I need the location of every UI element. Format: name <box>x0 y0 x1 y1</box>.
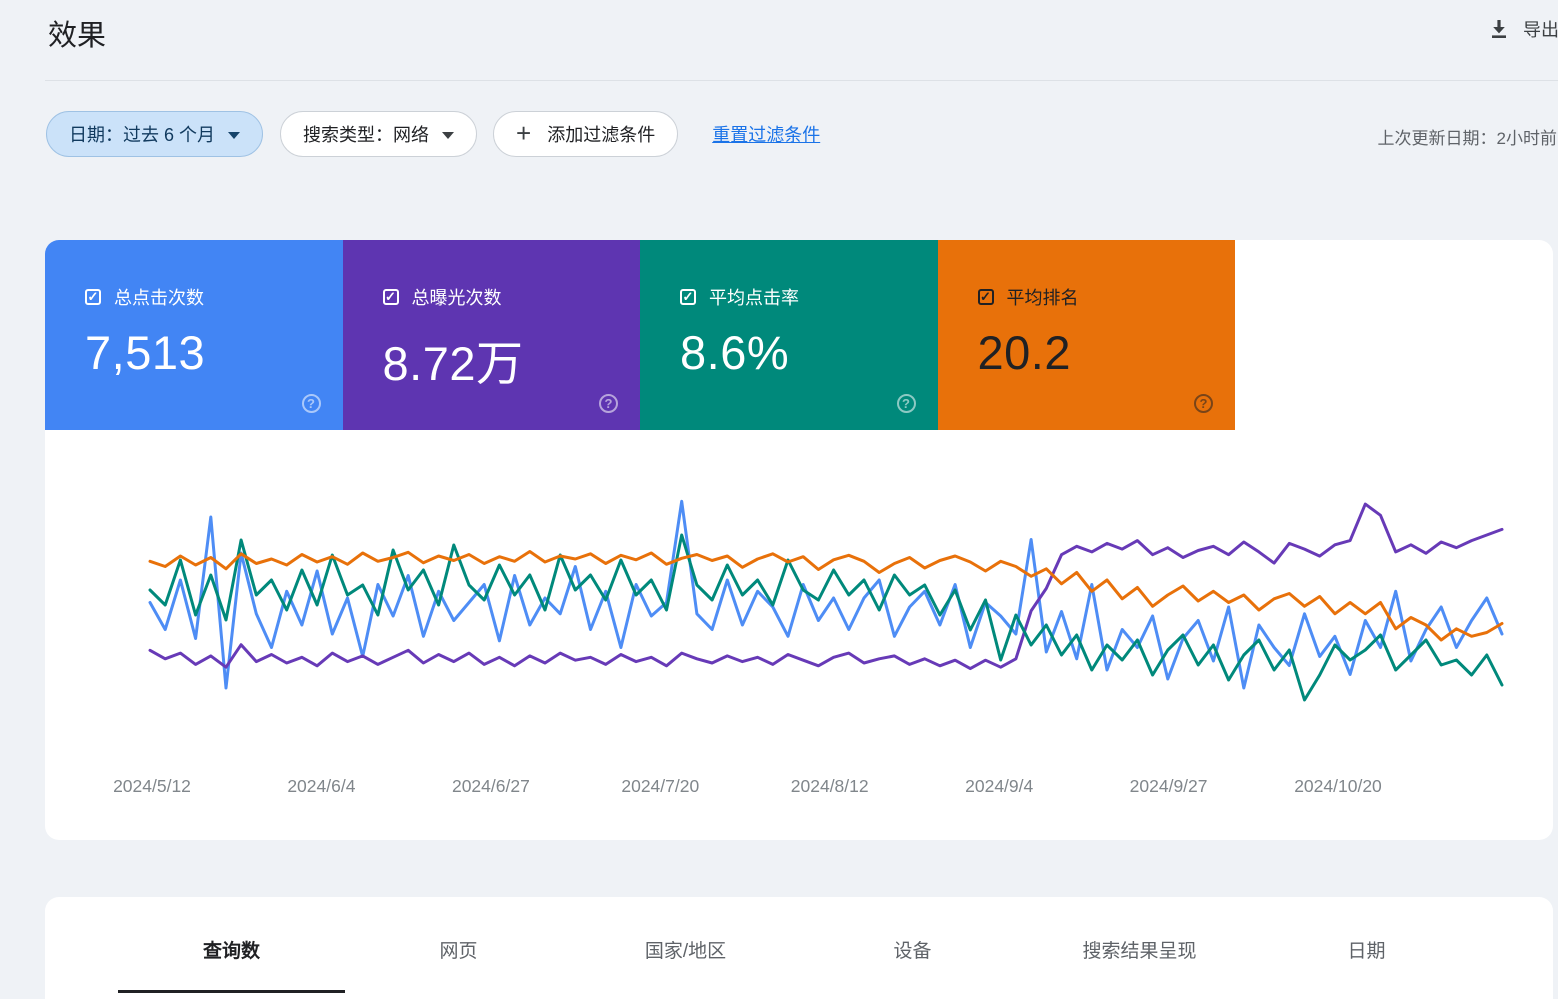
metric-value: 8.6% <box>680 326 790 379</box>
help-icon[interactable]: ? <box>301 394 321 413</box>
reset-filters-link[interactable]: 重置过滤条件 <box>712 121 820 147</box>
performance-chart: 2024/5/12 2024/6/4 2024/6/27 2024/7/20 2024/… <box>113 499 1504 796</box>
metric-card-position[interactable]: ✓ 平均排名 20.2? <box>937 240 1235 430</box>
x-axis-tick-label: 2024/6/4 <box>287 776 355 796</box>
x-axis-tick-label: 2024/5/12 <box>113 776 191 796</box>
help-icon[interactable]: ? <box>1194 394 1213 413</box>
date-filter-label: 日期：过去 6 个月 <box>69 125 216 145</box>
export-label: 导出 <box>1523 20 1558 40</box>
header-divider <box>45 80 1558 81</box>
page-title: 效果 <box>48 20 107 52</box>
x-axis-tick-label: 2024/9/27 <box>1130 776 1208 796</box>
x-axis-tick-label: 2024/8/12 <box>791 776 869 796</box>
plus-icon: + <box>516 117 532 148</box>
search-type-chip[interactable]: 搜索类型：网络 <box>280 111 478 157</box>
metric-label: 总点击次数 <box>114 288 204 308</box>
last-updated-text: 上次更新日期：2小时前 <box>1377 129 1557 148</box>
tab-queries[interactable]: 查询数 <box>118 897 345 993</box>
add-filter-chip[interactable]: + 添加过滤条件 <box>493 111 679 157</box>
date-filter-chip[interactable]: 日期：过去 6 个月 <box>46 111 264 157</box>
help-icon[interactable]: ? <box>599 394 618 413</box>
x-axis-tick-label: 2024/7/20 <box>621 776 699 796</box>
performance-card: ✓ 总点击次数 7,513? ✓ 总曝光次数 8.72万? ✓ 平均点击率 8.6%? ✓ 平均排名… <box>45 240 1553 840</box>
tab-devices[interactable]: 设备 <box>799 897 1026 993</box>
metric-value: 8.72万 <box>382 337 524 390</box>
checkbox-checked-icon[interactable]: ✓ <box>382 289 399 305</box>
metrics-row: ✓ 总点击次数 7,513? ✓ 总曝光次数 8.72万? ✓ 平均点击率 8.6%? ✓ 平均排名… <box>45 240 1553 430</box>
tab-countries[interactable]: 国家/地区 <box>572 897 799 993</box>
metric-label: 平均点击率 <box>709 288 799 308</box>
search-type-label: 搜索类型：网络 <box>303 125 430 145</box>
x-axis-tick-label: 2024/6/27 <box>452 776 530 796</box>
metric-label: 总曝光次数 <box>411 288 502 308</box>
download-icon <box>1492 20 1506 38</box>
checkbox-checked-icon[interactable]: ✓ <box>680 289 696 305</box>
chevron-down-icon <box>228 131 241 139</box>
metric-card-clicks[interactable]: ✓ 总点击次数 7,513? <box>45 240 343 430</box>
metric-card-impressions[interactable]: ✓ 总曝光次数 8.72万? <box>342 240 640 430</box>
filter-bar: 日期：过去 6 个月 搜索类型：网络 + 添加过滤条件 重置过滤条件 <box>46 111 820 157</box>
chevron-down-icon <box>442 131 455 139</box>
checkbox-checked-icon[interactable]: ✓ <box>85 289 101 305</box>
export-button[interactable]: 导出 <box>1487 16 1558 42</box>
metric-value: 20.2 <box>977 326 1071 379</box>
add-filter-label: 添加过滤条件 <box>547 125 656 145</box>
tab-pages[interactable]: 网页 <box>345 897 572 993</box>
tab-dates[interactable]: 日期 <box>1253 897 1480 993</box>
dimension-tabs: 查询数 网页 国家/地区 设备 搜索结果呈现 日期 <box>45 897 1553 993</box>
checkbox-checked-icon[interactable]: ✓ <box>977 289 994 305</box>
help-icon[interactable]: ? <box>896 394 916 413</box>
tab-search-appearance[interactable]: 搜索结果呈现 <box>1026 897 1253 993</box>
metric-value: 7,513 <box>85 326 206 379</box>
dimensions-card: 查询数 网页 国家/地区 设备 搜索结果呈现 日期 <box>45 897 1553 999</box>
metric-card-ctr[interactable]: ✓ 平均点击率 8.6%? <box>640 240 938 430</box>
metric-label: 平均排名 <box>1006 288 1079 308</box>
x-axis-tick-label: 2024/9/4 <box>965 776 1033 796</box>
x-axis-tick-label: 2024/10/20 <box>1294 776 1382 796</box>
